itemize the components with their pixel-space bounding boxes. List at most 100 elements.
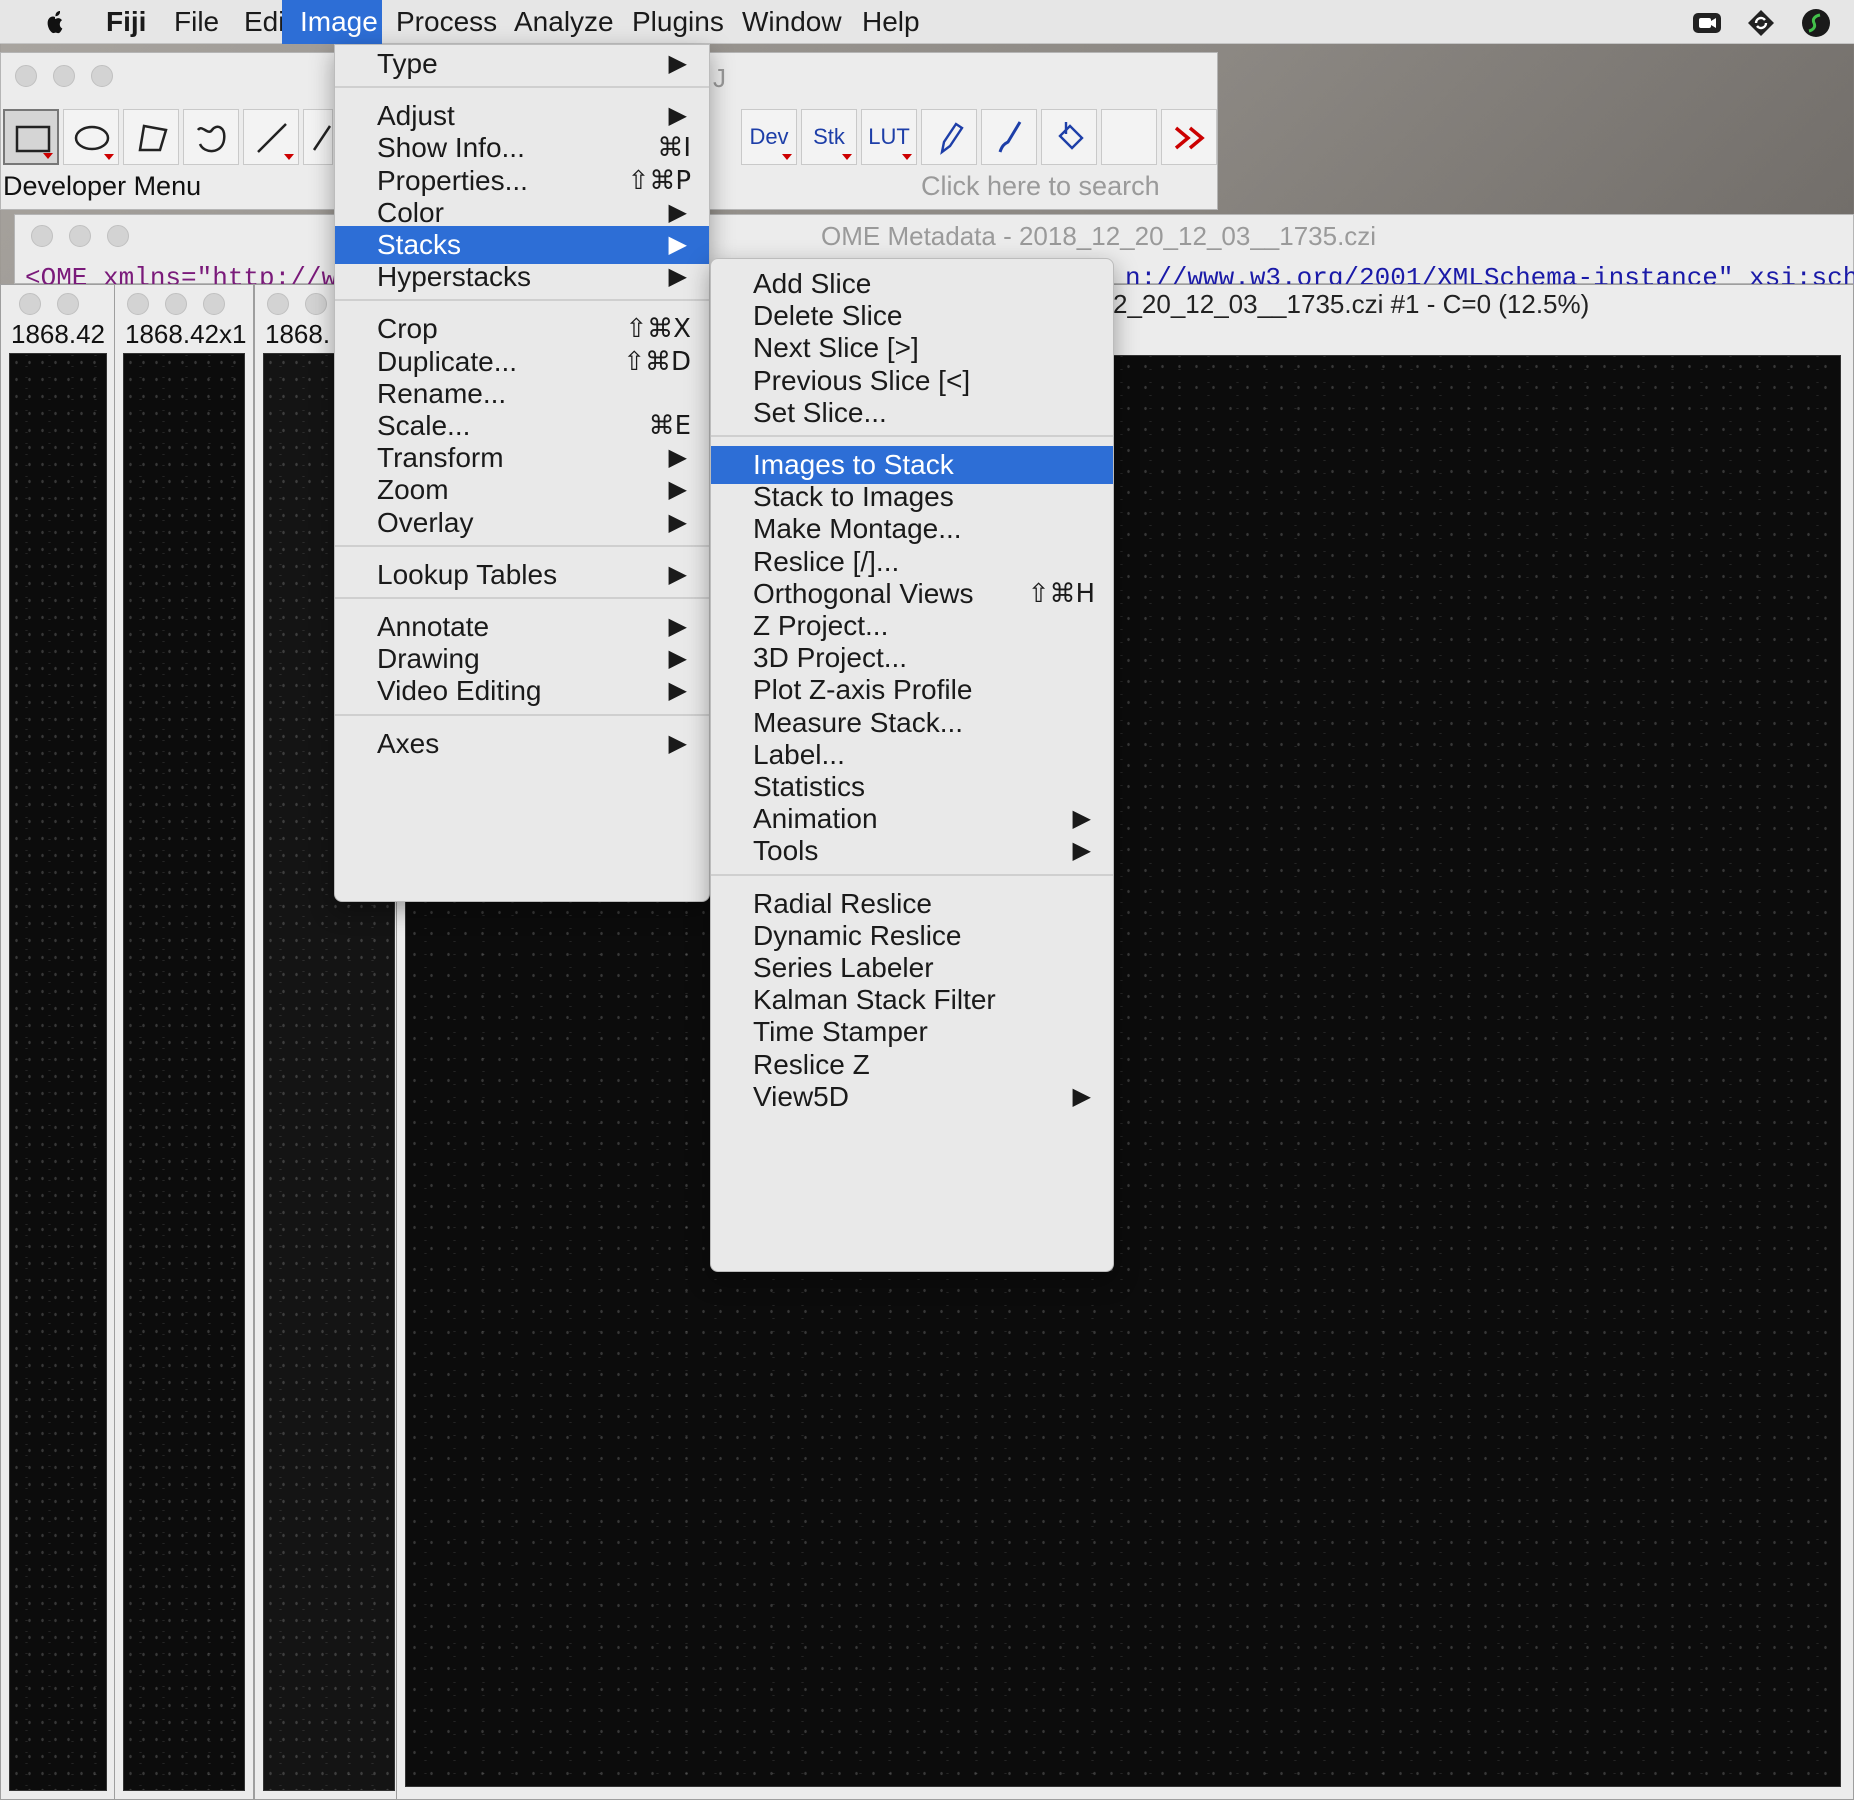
- freehand-tool[interactable]: [183, 109, 239, 165]
- dev-tool[interactable]: Dev: [741, 109, 797, 165]
- status-icon[interactable]: [1800, 7, 1832, 39]
- menu-item-label: Plot Z-axis Profile: [753, 674, 973, 706]
- menu-item-label: Overlay: [377, 506, 474, 538]
- menu-plugins[interactable]: Plugins: [614, 0, 742, 44]
- minimize-button[interactable]: [69, 225, 91, 247]
- image-window-1[interactable]: 1868.42: [0, 284, 116, 1800]
- metadata-window-title: OME Metadata - 2018_12_20_12_03__1735.cz…: [821, 221, 1377, 251]
- submenu-arrow-icon: ▶: [668, 50, 687, 77]
- menu-separator: [711, 435, 1113, 437]
- menu-process[interactable]: Process: [378, 0, 515, 44]
- rectangle-tool[interactable]: [3, 109, 59, 165]
- flood-fill-tool[interactable]: [1041, 109, 1097, 165]
- menu-item-label: Kalman Stack Filter: [753, 984, 996, 1016]
- line-tool[interactable]: [243, 109, 299, 165]
- menu-item-label: Properties...: [377, 164, 528, 196]
- image-canvas[interactable]: [9, 353, 107, 1791]
- menu-separator: [335, 544, 709, 547]
- close-button[interactable]: [15, 65, 37, 87]
- menu-image[interactable]: Image: [282, 0, 382, 44]
- menu-app-fiji[interactable]: Fiji: [88, 0, 164, 44]
- polygon-tool[interactable]: [123, 109, 179, 165]
- close-button[interactable]: [127, 293, 149, 315]
- pencil-tool[interactable]: [921, 109, 977, 165]
- menu-item-label: Statistics: [753, 771, 866, 802]
- menu-window[interactable]: Window: [724, 0, 860, 44]
- menu-bar: Fiji File Edit Image Process Analyze Plu…: [0, 0, 1854, 44]
- apple-icon[interactable]: [40, 7, 70, 37]
- stk-label: Stk: [813, 124, 845, 149]
- image-info-label: 1868.42x1: [125, 319, 247, 349]
- menu-item-label: Tools: [753, 835, 819, 867]
- angle-tool[interactable]: [303, 109, 333, 165]
- zoom-button[interactable]: [203, 293, 225, 315]
- menu-item-label: Stacks: [377, 229, 462, 260]
- menu-item-label: Adjust: [377, 100, 455, 132]
- menu-item-axes[interactable]: Axes ▶: [335, 725, 709, 763]
- window-controls: [15, 65, 113, 87]
- empty-tool-slot[interactable]: [1101, 109, 1157, 165]
- menu-item-label: Stack to Images: [753, 481, 954, 513]
- minimize-button[interactable]: [305, 293, 327, 315]
- oval-icon: [74, 125, 110, 151]
- menu-item-tools[interactable]: Tools ▶: [711, 832, 1113, 870]
- angle-icon: [312, 125, 332, 151]
- menu-item-overlay[interactable]: Overlay ▶: [335, 504, 709, 542]
- submenu-arrow-icon: ▶: [668, 508, 687, 536]
- image-menu: Type ▶ Adjust ▶ Show Info... ⌘I Properties... ⇧…: [334, 44, 710, 902]
- menu-item-label: Hyperstacks: [377, 261, 532, 293]
- zoom-button[interactable]: [107, 225, 129, 247]
- close-button[interactable]: [31, 225, 53, 247]
- menu-item-label: Dynamic Reslice: [753, 919, 962, 951]
- camera-icon[interactable]: [1691, 7, 1723, 39]
- brush-tool[interactable]: [981, 109, 1037, 165]
- zoom-button[interactable]: [91, 65, 113, 87]
- menu-item-label: Orthogonal Views: [753, 577, 974, 609]
- menu-item-view5d[interactable]: View5D ▶: [711, 1078, 1113, 1116]
- menu-item-label: Scale...: [377, 410, 471, 441]
- menu-help[interactable]: Help: [844, 0, 938, 44]
- dev-label: Dev: [749, 124, 789, 149]
- minimize-button[interactable]: [165, 293, 187, 315]
- more-tools-button[interactable]: [1161, 109, 1217, 165]
- window-controls: [267, 293, 327, 315]
- menu-file[interactable]: File: [156, 0, 237, 44]
- menu-item-label: Label...: [753, 738, 845, 770]
- polygon-icon: [138, 124, 168, 152]
- search-field[interactable]: Click here to search: [921, 171, 1160, 202]
- image-canvas[interactable]: [123, 353, 245, 1791]
- double-chevron-right-icon: [1174, 126, 1205, 150]
- menu-item-label: Add Slice: [753, 268, 872, 299]
- lut-tool[interactable]: LUT: [861, 109, 917, 165]
- menu-analyze[interactable]: Analyze: [496, 0, 632, 44]
- menu-separator: [335, 597, 709, 599]
- menu-item-label: Duplicate...: [377, 345, 518, 377]
- image-window-2[interactable]: 1868.42x1: [114, 284, 254, 1800]
- menu-item-label: Reslice [/]...: [753, 545, 900, 577]
- menu-item-label: Video Editing: [377, 675, 542, 707]
- oval-tool[interactable]: [63, 109, 119, 165]
- menu-item-set-slice[interactable]: Set Slice...: [711, 394, 1113, 432]
- submenu-arrow-icon: ▶: [668, 677, 687, 705]
- close-button[interactable]: [19, 293, 41, 315]
- stk-tool[interactable]: Stk: [801, 109, 857, 165]
- sync-icon[interactable]: [1745, 7, 1777, 39]
- menu-item-hyperstacks[interactable]: Hyperstacks ▶: [335, 258, 709, 296]
- menu-item-type[interactable]: Type ▶: [335, 45, 709, 83]
- menu-item-lookup-tables[interactable]: Lookup Tables ▶: [335, 556, 709, 594]
- menu-item-label: Time Stamper: [753, 1016, 928, 1048]
- menu-item-label: Axes: [377, 727, 440, 759]
- menu-item-video-editing[interactable]: Video Editing ▶: [335, 672, 709, 710]
- status-bar-text: Developer Menu: [3, 171, 202, 201]
- window-controls: [127, 293, 225, 315]
- menu-item-label: View5D: [753, 1080, 849, 1112]
- minimize-button[interactable]: [57, 293, 79, 315]
- minimize-button[interactable]: [53, 65, 75, 87]
- close-button[interactable]: [267, 293, 289, 315]
- window-controls: [19, 293, 79, 315]
- menu-item-label: Annotate: [377, 611, 490, 642]
- pencil-icon: [940, 122, 964, 155]
- menu-item-label: Crop: [377, 313, 438, 345]
- line-icon: [257, 123, 287, 153]
- menu-item-label: Z Project...: [753, 610, 889, 641]
